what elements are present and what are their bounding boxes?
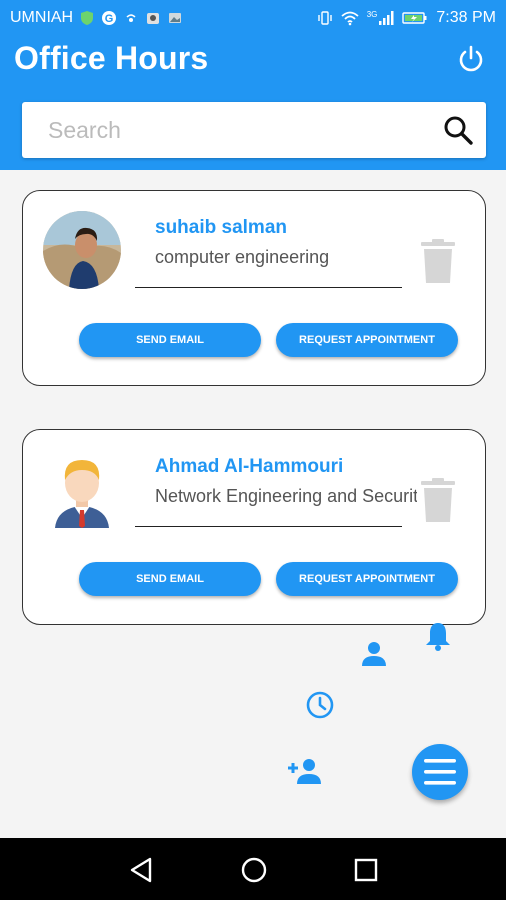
- wifi-icon: [341, 11, 359, 26]
- app-notification-icon: [147, 13, 160, 24]
- google-icon: G: [102, 11, 117, 25]
- status-bar: UMNIAH G 3G 7:38 PM: [0, 0, 506, 36]
- gallery-icon: [169, 13, 182, 23]
- back-icon[interactable]: [128, 856, 156, 884]
- send-email-button[interactable]: SEND EMAIL: [79, 323, 261, 357]
- menu-icon: [424, 759, 456, 785]
- vibrate-icon: [318, 11, 332, 25]
- professor-department: Network Engineering and Security: [155, 486, 417, 506]
- professor-avatar[interactable]: [43, 211, 121, 289]
- professor-name: suhaib salman: [155, 217, 287, 238]
- professor-card: suhaib salman computer engineering SEND …: [22, 190, 486, 386]
- divider: [135, 287, 402, 288]
- signal-icon: [379, 11, 394, 25]
- professor-avatar[interactable]: [43, 450, 121, 528]
- clock-icon[interactable]: [305, 690, 335, 720]
- menu-fab-button[interactable]: [412, 744, 468, 800]
- search-input[interactable]: [48, 114, 428, 146]
- divider: [135, 526, 402, 527]
- navigation-bar: [0, 838, 506, 900]
- page-title: Office Hours: [14, 40, 209, 76]
- carrier-label: UMNIAH: [10, 9, 74, 26]
- app-bar: Office Hours: [0, 36, 506, 170]
- svg-text:G: G: [105, 13, 114, 25]
- search-icon[interactable]: [442, 114, 474, 146]
- network-type-label: 3G: [366, 10, 378, 19]
- bell-icon[interactable]: [424, 620, 452, 652]
- send-email-button[interactable]: SEND EMAIL: [79, 562, 261, 596]
- battery-charging-icon: [402, 12, 427, 24]
- professor-card: Ahmad Al-Hammouri Network Engineering an…: [22, 429, 486, 625]
- trash-icon[interactable]: [421, 478, 455, 522]
- power-icon[interactable]: [456, 44, 486, 74]
- professor-name: Ahmad Al-Hammouri: [155, 456, 344, 477]
- search-bar: [22, 102, 486, 158]
- trash-icon[interactable]: [421, 239, 455, 283]
- clock-time: 7:38 PM: [436, 9, 496, 26]
- wifi-hotspot-icon: [126, 14, 136, 22]
- person-add-icon[interactable]: [287, 756, 323, 786]
- vpn-shield-icon: [81, 11, 94, 25]
- request-appointment-button[interactable]: REQUEST APPOINTMENT: [276, 323, 458, 357]
- recents-icon[interactable]: [352, 856, 380, 884]
- professor-department: computer engineering: [155, 247, 330, 267]
- home-icon[interactable]: [240, 856, 268, 884]
- request-appointment-button[interactable]: REQUEST APPOINTMENT: [276, 562, 458, 596]
- person-icon[interactable]: [360, 640, 388, 668]
